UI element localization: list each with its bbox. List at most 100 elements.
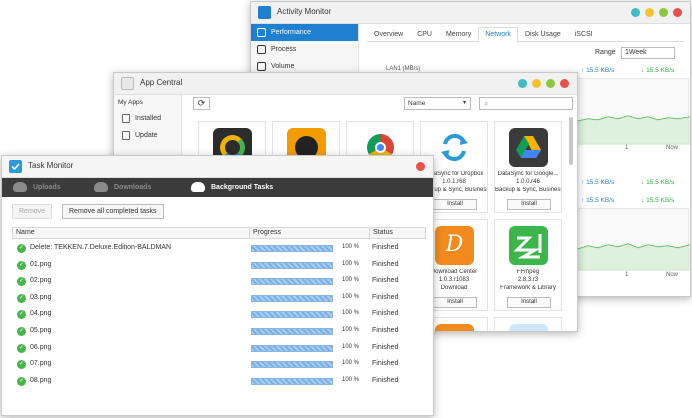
task-status: Finished [372, 260, 399, 268]
range-select[interactable]: 1Week [621, 47, 675, 59]
upload-cloud-icon [13, 182, 27, 192]
window-pin-button[interactable] [518, 79, 527, 88]
table-row[interactable]: ✓ 01.png 100 % Finished [12, 259, 426, 275]
window-pin-button[interactable] [631, 8, 640, 17]
progress-fill [252, 345, 332, 351]
download-rate: ↓ 15.5 KB/s [641, 197, 675, 204]
remove-button[interactable]: Remove [12, 204, 53, 219]
progress-percent: 100 % [342, 343, 360, 350]
table-row[interactable]: ✓ 05.png 100 % Finished [12, 325, 426, 341]
task-name: 08.png [30, 376, 52, 384]
progress-fill [252, 312, 332, 318]
table-row[interactable]: ✓ 04.png 100 % Finished [12, 308, 426, 324]
progress-bar [251, 294, 333, 302]
sidebar-item-label: Process [271, 46, 297, 53]
table-row[interactable]: ✓ 03.png 100 % Finished [12, 292, 426, 308]
tab-downloads[interactable]: Downloads [89, 178, 151, 197]
app-name: DataSync for Google... [497, 171, 559, 177]
tab-uploads[interactable]: Uploads [8, 178, 61, 197]
window-close-button[interactable] [416, 162, 425, 171]
tab-cpu[interactable]: CPU [410, 27, 439, 41]
tab-iscsi[interactable]: iSCSI [568, 27, 600, 41]
task-monitor-app-icon [9, 160, 22, 173]
app-card[interactable]: FFmpeg 2.8.3.r3 Framework & Library Inst… [494, 219, 562, 311]
window-minimize-button[interactable] [532, 79, 541, 88]
my-apps-heading: My Apps [118, 99, 143, 106]
remove-all-completed-button[interactable]: Remove all completed tasks [62, 204, 164, 219]
tab-overview[interactable]: Overview [367, 27, 410, 41]
tab-label: Uploads [33, 184, 61, 191]
task-monitor-title: Task Monitor [28, 161, 74, 170]
search-icon: ⌕ [484, 99, 489, 108]
progress-bar [251, 377, 333, 385]
window-maximize-button[interactable] [546, 79, 555, 88]
app-central-titlebar[interactable]: App Central [114, 73, 577, 95]
download-rate: ↓ 15.5 KB/s [641, 179, 675, 186]
task-status: Finished [372, 293, 399, 301]
install-button[interactable]: Install [507, 297, 551, 308]
progress-bar [251, 311, 333, 319]
window-minimize-button[interactable] [645, 8, 654, 17]
progress-percent: 100 % [342, 277, 360, 284]
sidebar-item-process[interactable]: Process [251, 41, 358, 58]
table-row[interactable]: ✓ 07.png 100 % Finished [12, 358, 426, 374]
datasync-google-drive-icon [509, 128, 548, 167]
sort-select[interactable]: Name ▾ [404, 97, 471, 110]
task-name: 06.png [30, 343, 52, 351]
check-circle-icon: ✓ [17, 327, 26, 336]
activity-monitor-tabs: Overview CPU Memory Network Disk Usage i… [367, 27, 684, 42]
window-maximize-button[interactable] [659, 8, 668, 17]
app-version: 1.0.0.r46 [516, 179, 540, 185]
network-graph-top-svg [577, 115, 690, 145]
tab-label: Downloads [114, 184, 152, 191]
progress-fill [252, 279, 332, 285]
background-tasks-icon [191, 182, 205, 192]
app-icon-orange [435, 324, 474, 331]
x-tick: Now [666, 272, 679, 278]
sidebar-item-installed[interactable]: Installed [114, 110, 181, 127]
tab-network[interactable]: Network [478, 27, 518, 42]
app-list-scrollbar[interactable] [569, 117, 573, 165]
search-input[interactable]: ⌕ [479, 97, 573, 110]
app-card[interactable]: DataSync for Google... 1.0.0.r46 Backup … [494, 121, 562, 213]
column-header-progress[interactable]: Progress [250, 228, 370, 238]
table-row[interactable]: ✓ 06.png 100 % Finished [12, 342, 426, 358]
table-row[interactable]: ✓ 08.png 100 % Finished [12, 375, 426, 391]
install-button[interactable]: Install [433, 199, 477, 210]
sidebar-item-update[interactable]: Update [114, 127, 181, 144]
task-name: 02.png [30, 277, 52, 285]
performance-icon [257, 28, 266, 37]
window-close-button[interactable] [560, 79, 569, 88]
install-button[interactable]: Install [433, 297, 477, 308]
progress-fill [252, 362, 332, 368]
table-row[interactable]: ✓ 02.png 100 % Finished [12, 275, 426, 291]
task-name: Delete: TEKKEN.7.Deluxe.Edition-BALDMAN [30, 244, 172, 251]
refresh-button[interactable]: ⟳ [193, 97, 210, 110]
progress-fill [252, 378, 332, 384]
installed-icon [122, 114, 130, 123]
app-name: FFmpeg [516, 269, 540, 275]
check-circle-icon: ✓ [17, 293, 26, 303]
task-monitor-titlebar[interactable]: Task Monitor [2, 156, 433, 178]
x-tick: Now [666, 145, 679, 151]
column-header-name[interactable]: Name [13, 228, 250, 238]
column-header-status[interactable]: Status [370, 228, 427, 238]
app-central-title: App Central [140, 78, 183, 87]
progress-bar [251, 245, 333, 252]
tab-background-tasks[interactable]: Background Tasks [186, 178, 273, 197]
tab-disk-usage[interactable]: Disk Usage [518, 27, 568, 41]
ffmpeg-icon [509, 226, 548, 265]
activity-monitor-titlebar[interactable]: Activity Monitor [251, 2, 690, 24]
activity-monitor-title: Activity Monitor [277, 7, 332, 16]
x-tick: 1 [625, 272, 629, 278]
progress-fill [252, 262, 332, 268]
install-button[interactable]: Install [507, 199, 551, 210]
sidebar-item-performance[interactable]: Performance [251, 24, 358, 41]
tab-memory[interactable]: Memory [439, 27, 478, 41]
task-status: Finished [372, 343, 399, 351]
table-row[interactable]: ✓ Delete: TEKKEN.7.Deluxe.Edition-BALDMAN… [12, 242, 426, 258]
app-card[interactable] [494, 317, 562, 331]
task-status: Finished [372, 310, 399, 318]
app-icon-music [509, 324, 548, 331]
window-close-button[interactable] [673, 8, 682, 17]
